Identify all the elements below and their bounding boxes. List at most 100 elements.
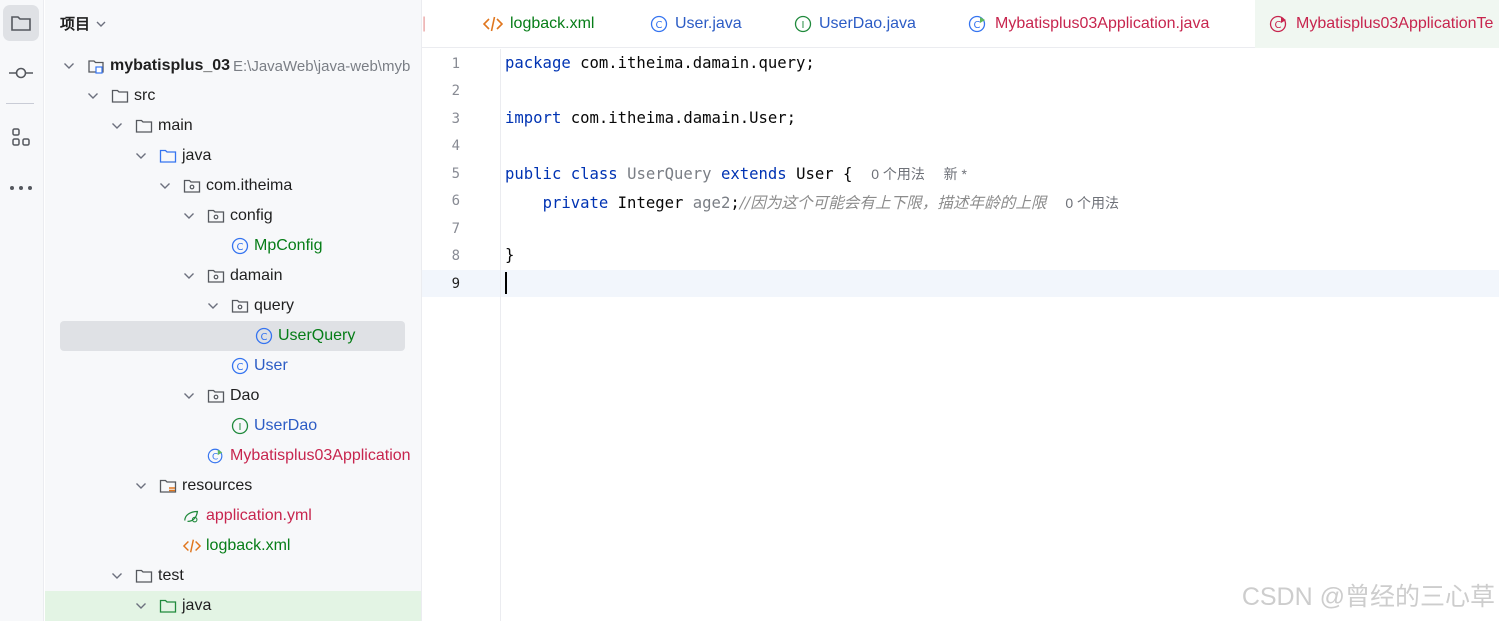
chevron-down-icon[interactable] [135,150,147,162]
tree-node-label: User [254,357,288,374]
author-hint[interactable]: 新 * [944,166,967,182]
svg-text:C: C [237,362,244,373]
tree-node[interactable]: damain [45,261,421,291]
tree-node[interactable]: test [45,561,421,591]
tree-node-label: mybatisplus_03 [110,57,231,74]
project-view-selector[interactable]: 项目 [60,13,106,34]
line-number: 6 [451,193,460,209]
tree-node-label: main [158,117,193,134]
code-line-6[interactable]: private Integer age2;//因为这个可能会有上下限，描述年龄的… [505,191,1119,213]
code-text: com.itheima.damain.query; [570,54,815,72]
structure-tool-button[interactable] [3,120,39,156]
spring-app-class-icon: C [207,447,225,465]
resources-folder-icon [159,477,177,495]
tab-userdao-java[interactable]: I UserDao.java [794,0,916,48]
tree-node[interactable]: resources [45,471,421,501]
code-line-8[interactable]: } [505,246,514,264]
tree-node[interactable]: logback.xml [45,531,421,561]
chevron-down-icon[interactable] [63,60,75,72]
package-icon [183,177,201,195]
commit-tool-button[interactable] [3,55,39,91]
tab-application-test[interactable]: C Mybatisplus03ApplicationTe [1255,0,1499,48]
tab-label: Mybatisplus03ApplicationTe [1296,15,1494,32]
project-tool-button[interactable] [3,5,39,41]
more-tools-button[interactable] [3,170,39,206]
tree-node[interactable]: application.yml [45,501,421,531]
tree-node-label: Mybatisplus03Application [230,447,411,464]
folder-icon [11,16,31,31]
line-number: 1 [451,56,460,72]
xml-file-icon [483,16,503,32]
tab-label: Mybatisplus03Application.java [995,15,1210,32]
tree-node[interactable]: Dao [45,381,421,411]
interface-icon: I [231,417,249,435]
tab-logback-xml[interactable]: logback.xml [483,0,594,48]
keyword: extends [720,165,787,183]
svg-text:C: C [1275,20,1282,31]
chevron-down-icon[interactable] [183,210,195,222]
package-icon [207,267,225,285]
line-number: 9 [451,276,460,292]
tree-node[interactable]: com.itheima [45,171,421,201]
svg-text:C: C [212,453,218,463]
svg-text:C: C [237,242,244,253]
field-name: age2 [692,194,731,212]
class-name: UserQuery [627,165,712,183]
commit-icon [9,67,33,79]
structure-icon [12,128,30,146]
keyword: public [505,165,562,183]
code-line-5[interactable]: public class UserQuery extends User { 0 … [505,164,967,184]
class-icon: C [231,357,249,375]
tree-node-label: logback.xml [206,537,291,554]
tree-node-label: damain [230,267,283,284]
tree-node[interactable]: java [45,591,421,621]
tree-node[interactable]: C User [45,351,421,381]
project-title: 项目 [60,16,91,33]
chevron-down-icon[interactable] [183,270,195,282]
chevron-down-icon[interactable] [111,570,123,582]
tree-node-label: application.yml [206,507,312,524]
code-line-1[interactable]: package com.itheima.damain.query; [505,54,815,72]
chevron-down-icon[interactable] [135,480,147,492]
tree-node-label: java [182,147,212,164]
watermark: CSDN @曾经的三心草 [1241,583,1495,611]
chevron-down-icon[interactable] [183,390,195,402]
tree-node[interactable]: java [45,141,421,171]
tree-node[interactable]: I UserDao [45,411,421,441]
chevron-down-icon[interactable] [87,90,99,102]
tab-label: logback.xml [510,15,595,32]
tab-user-java[interactable]: C User.java [650,0,742,48]
tab-label: UserDao.java [819,15,916,32]
code-text: } [505,246,515,264]
chevron-down-icon[interactable] [207,300,219,312]
code-line-3[interactable]: import com.itheima.damain.User; [505,109,796,127]
line-number: 7 [451,221,460,237]
tree-node[interactable]: query [45,291,421,321]
editor-tab-bar: | logback.xml C User.java I UserDao.java… [422,0,1499,48]
chevron-down-icon[interactable] [111,120,123,132]
line-number: 4 [451,138,460,154]
usages-hint[interactable]: 0 个用法 [871,166,925,182]
usages-hint[interactable]: 0 个用法 [1065,195,1119,211]
line-number: 5 [451,166,460,182]
tree-node[interactable]: mybatisplus_03 E:\JavaWeb\java-web\myb [45,51,421,81]
folder-icon [135,117,153,135]
interface-icon: I [794,15,812,33]
tree-node[interactable]: C Mybatisplus03Application [45,441,421,471]
xml-file-icon [183,537,201,555]
source-folder-icon [159,147,177,165]
chevron-down-icon[interactable] [135,600,147,612]
tree-node[interactable]: src [45,81,421,111]
editor-area: | logback.xml C User.java I UserDao.java… [422,0,1499,621]
chevron-down-icon[interactable] [159,180,171,192]
keyword: import [505,109,562,127]
tree-node[interactable]: config [45,201,421,231]
tab-application-java[interactable]: C Mybatisplus03Application.java [968,0,1209,48]
tree-node[interactable]: main [45,111,421,141]
folder-icon [135,567,153,585]
keyword: class [570,165,618,183]
tree-node[interactable]: C MpConfig [45,231,421,261]
code-text: User { [786,165,853,183]
tree-node[interactable]: C UserQuery [45,321,421,351]
more-dots-icon [10,186,32,190]
